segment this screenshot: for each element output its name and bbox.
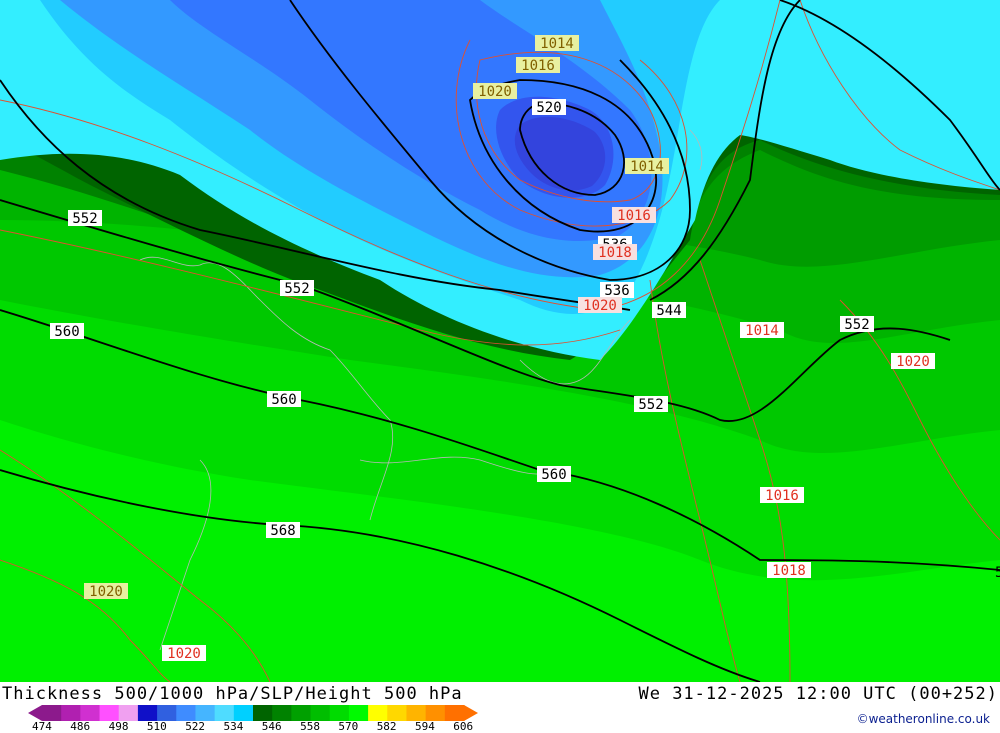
weather-map: 552 552 560 560 568 520 536 544 552 552 … <box>0 0 1000 682</box>
svg-text:1020: 1020 <box>583 298 617 314</box>
legend-swatch <box>329 705 350 721</box>
legend-swatch <box>176 705 196 721</box>
svg-text:520: 520 <box>536 100 561 116</box>
legend-swatch <box>137 705 158 721</box>
legend-tick-label: 546 <box>261 720 282 733</box>
svg-text:560: 560 <box>541 467 566 483</box>
legend-swatch <box>233 705 254 721</box>
svg-text:544: 544 <box>656 303 681 319</box>
height-label: 560 <box>537 466 571 483</box>
height-label: 560 <box>50 323 84 340</box>
legend-swatch <box>387 705 407 721</box>
svg-text:536: 536 <box>604 283 629 299</box>
height-label: 520 <box>532 99 566 116</box>
credit-link[interactable]: ©weatheronline.co.uk <box>857 712 990 726</box>
legend-tick-label: 606 <box>453 720 474 733</box>
legend-tick-label: 582 <box>376 720 397 733</box>
legend-tick-label: 486 <box>70 720 91 733</box>
svg-text:552: 552 <box>638 397 663 413</box>
svg-text:1020: 1020 <box>896 354 930 370</box>
height-label: 552 <box>68 210 102 227</box>
svg-text:1018: 1018 <box>598 245 632 261</box>
legend-tick-label: 474 <box>32 720 52 733</box>
svg-text:560: 560 <box>54 324 79 340</box>
legend-swatch <box>272 705 292 721</box>
svg-text:1016: 1016 <box>521 58 555 74</box>
forecast-datetime: We 31-12-2025 12:00 UTC (00+252) <box>638 684 998 704</box>
legend-tick-label: 594 <box>415 720 435 733</box>
chart-title: Thickness 500/1000 hPa/SLP/Height 500 hP… <box>2 684 463 704</box>
height-label: 536 <box>600 282 634 299</box>
svg-text:560: 560 <box>271 392 296 408</box>
height-label: 544 <box>652 302 686 319</box>
legend-swatch <box>406 705 427 721</box>
legend-tick-label: 534 <box>223 720 244 733</box>
svg-text:1014: 1014 <box>630 159 664 175</box>
legend-tick-label: 498 <box>108 720 129 733</box>
legend-swatch <box>214 705 235 721</box>
slp-label: 1020 <box>473 83 517 100</box>
legend-swatch <box>348 705 369 721</box>
legend-swatch <box>444 705 465 721</box>
height-label: 552 <box>840 316 874 333</box>
legend-swatch <box>157 705 177 721</box>
svg-text:568: 568 <box>270 523 295 539</box>
slp-label: 1018 <box>593 244 637 261</box>
height-label: 560 <box>267 391 301 408</box>
slp-label: 1020 <box>578 297 622 314</box>
legend-swatch <box>42 705 62 721</box>
color-legend <box>28 705 478 721</box>
slp-label: 1016 <box>516 57 560 74</box>
svg-text:1014: 1014 <box>540 36 574 52</box>
legend-swatch <box>425 705 446 721</box>
legend-tick-label: 510 <box>146 720 167 733</box>
legend-swatch <box>80 705 101 721</box>
legend-swatch <box>61 705 81 721</box>
edge-label-fragment: 5 <box>995 565 1000 581</box>
svg-text:1018: 1018 <box>772 563 806 579</box>
svg-text:1020: 1020 <box>478 84 512 100</box>
svg-text:1020: 1020 <box>89 584 123 600</box>
legend-swatch <box>195 705 216 721</box>
svg-text:1016: 1016 <box>617 208 651 224</box>
slp-label: 1020 <box>84 583 128 600</box>
slp-label: 1016 <box>612 207 656 224</box>
legend-swatch <box>99 705 120 721</box>
legend-swatch <box>310 705 331 721</box>
slp-label: 1020 <box>891 353 935 370</box>
slp-label: 1018 <box>767 562 811 579</box>
height-label: 552 <box>280 280 314 297</box>
legend-tick-label: 522 <box>185 720 206 733</box>
height-label: 568 <box>266 522 300 539</box>
slp-label: 1014 <box>625 158 669 175</box>
svg-text:552: 552 <box>72 211 97 227</box>
legend-tick-label: 570 <box>338 720 359 733</box>
slp-label: 1020 <box>162 645 206 662</box>
svg-text:1014: 1014 <box>745 323 779 339</box>
legend-swatch <box>253 705 273 721</box>
legend-arrow-left <box>28 705 42 721</box>
svg-text:552: 552 <box>284 281 309 297</box>
height-label: 552 <box>634 396 668 413</box>
slp-label: 1014 <box>535 35 579 52</box>
legend-swatch <box>368 705 388 721</box>
legend-ticks: 474 486 498 510 522 534 546 558 570 582 594 606 <box>0 720 520 733</box>
legend-tick-label: 558 <box>300 720 320 733</box>
legend-swatch <box>291 705 312 721</box>
svg-text:552: 552 <box>844 317 869 333</box>
svg-text:1020: 1020 <box>167 646 201 662</box>
svg-text:1016: 1016 <box>765 488 799 504</box>
slp-label: 1014 <box>740 322 784 339</box>
legend-arrow-right <box>464 705 478 721</box>
legend-swatch <box>118 705 139 721</box>
slp-label: 1016 <box>760 487 804 504</box>
